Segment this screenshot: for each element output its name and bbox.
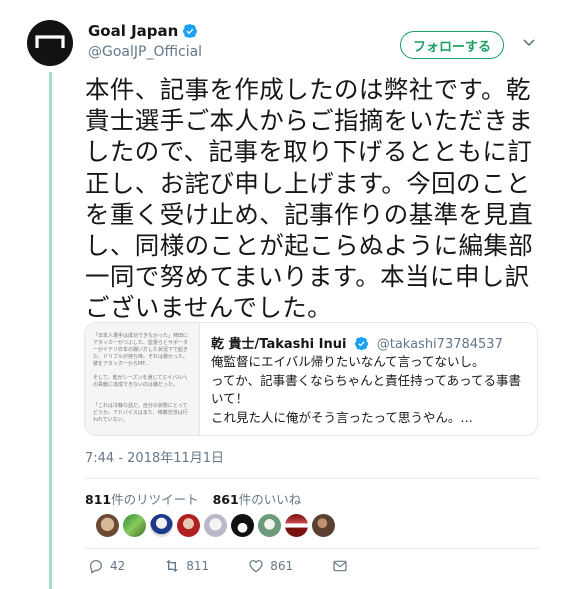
tweet-actions: 42 811 861 — [88, 558, 373, 574]
reply-icon — [90, 560, 102, 574]
liker-avatar[interactable] — [258, 514, 281, 537]
engagement-stats: 811件のリツイート 861件のいいね — [85, 489, 301, 508]
liker-avatar[interactable] — [285, 514, 308, 537]
divider — [85, 548, 540, 549]
like-button[interactable]: 861 — [248, 558, 293, 574]
liker-avatar[interactable] — [123, 514, 146, 537]
verified-badge-icon — [354, 336, 368, 350]
retweet-icon — [166, 560, 179, 572]
quoted-line: これ見た人に俺がそう言ったって思うやん。… — [211, 409, 473, 425]
liker-avatar[interactable] — [96, 514, 119, 537]
liker-avatar[interactable] — [150, 514, 173, 537]
quoted-author: 乾 貴士/Takashi Inui @takashi73784537 — [211, 333, 503, 352]
quoted-line: ってか、記事書くならちゃんと責任持ってあってる事書いて！ — [211, 372, 522, 407]
reply-count: 42 — [110, 559, 126, 573]
follow-button[interactable]: フォローする — [400, 31, 504, 59]
liker-avatar[interactable] — [204, 514, 227, 537]
direct-message-button[interactable] — [332, 558, 348, 574]
likes-stat[interactable]: 861件のいいね — [213, 492, 302, 507]
account-handle[interactable]: @GoalJP_Official — [88, 44, 202, 60]
quoted-line: 俺監督にエイバル帰りたいなんて言ってないし。 — [211, 354, 485, 369]
account-name[interactable]: Goal Japan — [88, 22, 198, 40]
quoted-tweet-image[interactable]: 「日本人選手は成功できなかった」柿田にアタッカーがつぶした、監督らとサポーターが… — [85, 323, 200, 435]
envelope-icon — [333, 560, 347, 572]
liker-avatar[interactable] — [312, 514, 335, 537]
verified-badge-icon — [183, 24, 198, 38]
quoted-tweet[interactable]: 「日本人選手は成功できなかった」柿田にアタッカーがつぶした、監督らとサポーターが… — [84, 322, 538, 436]
quoted-author-name: 乾 貴士/Takashi Inui — [211, 337, 347, 352]
goal-logo-icon — [35, 35, 65, 48]
divider — [85, 478, 540, 479]
tweet-timestamp[interactable]: 7:44 - 2018年11月1日 — [85, 447, 224, 466]
retweet-button[interactable]: 811 — [164, 558, 209, 574]
liker-avatar[interactable] — [177, 514, 200, 537]
likers-avatars — [96, 514, 335, 537]
retweets-stat[interactable]: 811件のリツイート — [85, 492, 199, 507]
account-name-text[interactable]: Goal Japan — [88, 22, 178, 40]
tweet-text: 本件、記事を作成したのは弊社です。乾貴士選手ご本人からご指摘をいただきましたので… — [85, 75, 534, 323]
retweet-count: 811 — [186, 559, 210, 573]
chevron-down-icon[interactable] — [522, 38, 536, 48]
quoted-author-handle: @takashi73784537 — [376, 337, 503, 352]
reply-button[interactable]: 42 — [88, 558, 125, 574]
quoted-image-text-1: 「日本人選手は成功できなかった」柿田にアタッカーがつぶした、監督らとサポーターが… — [93, 333, 189, 367]
heart-icon — [249, 560, 263, 573]
quoted-tweet-text: 俺監督にエイバル帰りたいなんて言ってないし。 ってか、記事書くならちゃんと責任持… — [211, 353, 531, 427]
like-count: 861 — [270, 559, 294, 573]
thread-line — [49, 72, 52, 589]
liker-avatar[interactable] — [231, 514, 254, 537]
quoted-image-text-3: 「これは冷静な話だ。自分の状態にとってどうか。アドバイスはまた、移籍交渉は行われ… — [93, 403, 188, 423]
quoted-image-text-2: そして、乾がシーズンを通じてエイバルへの貢献に達成できないのは嫌だった。 — [93, 375, 188, 388]
avatar[interactable] — [27, 20, 73, 66]
